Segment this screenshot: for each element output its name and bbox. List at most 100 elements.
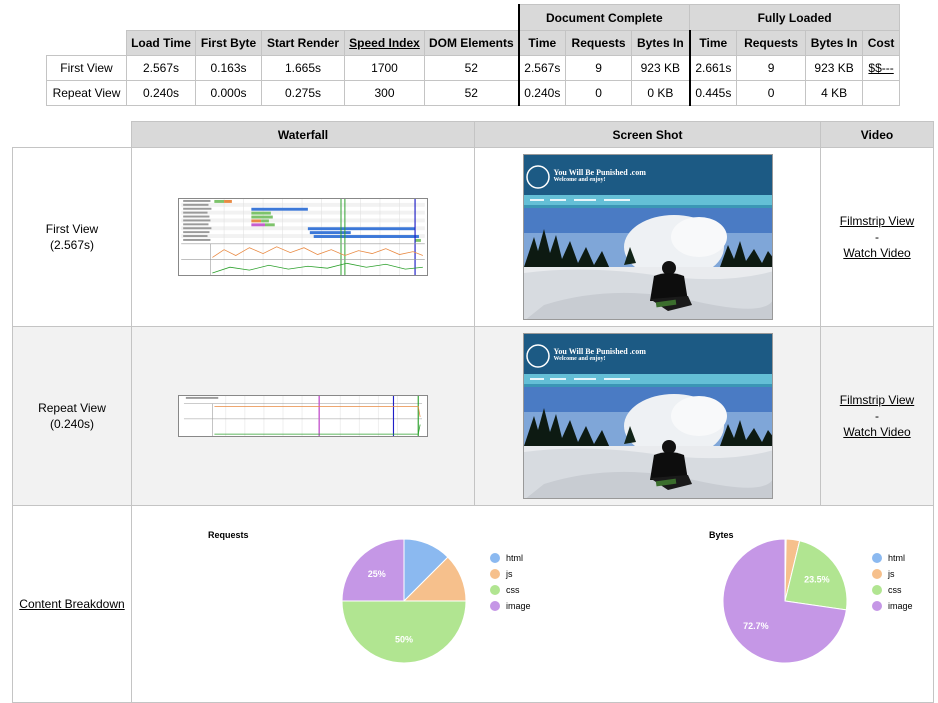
first-view-waterfall-cell[interactable]	[131, 147, 475, 327]
screenshot-site-title: You Will Be Punished .com	[553, 347, 646, 356]
col-speed-index[interactable]: Speed Index	[344, 30, 425, 56]
first-view-row: First View (2.567s) You Will Be Punished…	[12, 147, 934, 327]
summary-row-first-view: First View 2.567s 0.163s 1.665s 1700 52 …	[46, 55, 901, 81]
filmstrip-view-link[interactable]: Filmstrip View	[840, 393, 914, 407]
cell-full-bytes-in: 4 KB	[805, 80, 864, 106]
first-view-screenshot-cell[interactable]: You Will Be Punished .com Welcome and en…	[474, 147, 821, 327]
cell-doc-requests: 0	[565, 80, 633, 106]
results-table: Waterfall Screen Shot Video First View (…	[12, 121, 934, 703]
repeat-view-waterfall-cell[interactable]	[131, 326, 475, 506]
legend-label: css	[506, 585, 520, 595]
filmstrip-view-link[interactable]: Filmstrip View	[840, 214, 914, 228]
cell-doc-requests: 9	[565, 55, 633, 81]
cell-start-render: 0.275s	[261, 80, 345, 106]
watch-video-link[interactable]: Watch Video	[843, 425, 910, 439]
bytes-pie-chart: 23.5% 72.7%	[722, 538, 848, 664]
cell-full-time: 0.445s	[688, 80, 738, 106]
first-view-label: First View (2.567s)	[12, 147, 132, 327]
link-separator: -	[875, 409, 879, 423]
legend-item-js: js	[872, 566, 913, 582]
row-label: First View	[46, 55, 127, 81]
legend-item-image: image	[490, 598, 531, 614]
cell-doc-bytes-in: 923 KB	[631, 55, 691, 81]
col-first-byte: First Byte	[195, 30, 262, 56]
summary-row-repeat-view: Repeat View 0.240s 0.000s 0.275s 300 52 …	[46, 80, 901, 106]
repeat-view-screenshot-thumbnail[interactable]: You Will Be Punished .com Welcome and en…	[522, 333, 773, 499]
legend-swatch	[490, 601, 500, 611]
watch-video-link[interactable]: Watch Video	[843, 246, 910, 260]
video-header: Video	[820, 121, 934, 148]
requests-pie-chart: 50% 25%	[341, 538, 467, 664]
pie-label-css: 50%	[395, 634, 413, 644]
requests-legend: html js css image	[490, 550, 531, 614]
cell-cost[interactable]: $$---	[862, 55, 901, 81]
legend-item-image: image	[872, 598, 913, 614]
cell-full-time: 2.661s	[688, 55, 738, 81]
legend-swatch	[490, 553, 500, 563]
content-breakdown-charts: Requests 50% 25% html js css image Bytes 23.…	[132, 506, 933, 702]
legend-label: css	[888, 585, 902, 595]
repeat-view-screenshot-cell[interactable]: You Will Be Punished .com Welcome and en…	[474, 326, 821, 506]
col-load-time: Load Time	[126, 30, 196, 56]
pie-label-image: 25%	[368, 569, 386, 579]
cell-cost	[862, 80, 901, 106]
link-separator: -	[875, 230, 879, 244]
fully-loaded-header: Fully Loaded	[689, 4, 901, 31]
legend-item-js: js	[490, 566, 531, 582]
col-doc-requests: Requests	[565, 30, 633, 56]
requests-chart-title: Requests	[208, 530, 249, 540]
legend-label: image	[888, 601, 913, 611]
legend-swatch	[872, 569, 882, 579]
content-breakdown-link[interactable]: Content Breakdown	[19, 597, 124, 611]
col-doc-bytes-in: Bytes In	[631, 30, 691, 56]
cost-link[interactable]: $$---	[868, 61, 893, 75]
first-view-video-cell: Filmstrip View - Watch Video	[820, 147, 934, 327]
cell-doc-time: 2.567s	[517, 55, 567, 81]
speed-index-link[interactable]: Speed Index	[349, 36, 420, 50]
legend-item-css: css	[872, 582, 913, 598]
col-full-requests: Requests	[736, 30, 807, 56]
content-breakdown-row: Content Breakdown Requests 50% 25% html js…	[12, 505, 934, 703]
cell-start-render: 1.665s	[261, 55, 345, 81]
cell-full-requests: 9	[736, 55, 807, 81]
first-view-waterfall-thumbnail[interactable]	[178, 198, 428, 276]
cell-first-byte: 0.000s	[195, 80, 262, 106]
legend-label: html	[888, 553, 906, 563]
pie-label-image: 72.7%	[743, 621, 769, 631]
legend-label: image	[506, 601, 531, 611]
document-complete-header: Document Complete	[517, 4, 691, 31]
legend-swatch	[872, 601, 882, 611]
cell-full-requests: 0	[736, 80, 807, 106]
cell-doc-bytes-in: 0 KB	[631, 80, 691, 106]
cell-speed-index: 1700	[344, 55, 425, 81]
cell-load-time: 0.240s	[126, 80, 196, 106]
screenshot-site-tagline: Welcome and enjoy!	[553, 177, 606, 183]
legend-label: html	[506, 553, 524, 563]
col-full-time: Time	[688, 30, 738, 56]
screenshot-site-tagline: Welcome and enjoy!	[553, 356, 606, 362]
cell-dom-elements: 52	[423, 80, 520, 106]
legend-label: js	[506, 569, 513, 579]
cell-dom-elements: 52	[423, 55, 520, 81]
col-cost: Cost	[862, 30, 901, 56]
legend-swatch	[872, 585, 882, 595]
col-start-render: Start Render	[261, 30, 345, 56]
repeat-view-row: Repeat View (0.240s) You Will Be Punishe…	[12, 326, 934, 506]
col-dom-elements: DOM Elements	[423, 30, 520, 56]
waterfall-header: Waterfall	[131, 121, 475, 148]
cell-speed-index: 300	[344, 80, 425, 106]
legend-swatch	[490, 569, 500, 579]
screenshot-site-title: You Will Be Punished .com	[553, 168, 646, 177]
cell-full-bytes-in: 923 KB	[805, 55, 864, 81]
first-view-screenshot-thumbnail[interactable]: You Will Be Punished .com Welcome and en…	[522, 154, 773, 320]
summary-table: Document Complete Fully Loaded Load Time…	[46, 4, 901, 106]
legend-label: js	[888, 569, 895, 579]
repeat-view-label: Repeat View (0.240s)	[12, 326, 132, 506]
pie-label-css: 23.5%	[804, 574, 830, 584]
col-full-bytes-in: Bytes In	[805, 30, 864, 56]
cell-doc-time: 0.240s	[517, 80, 567, 106]
cell-load-time: 2.567s	[126, 55, 196, 81]
legend-swatch	[490, 585, 500, 595]
legend-item-css: css	[490, 582, 531, 598]
repeat-view-waterfall-thumbnail[interactable]	[178, 395, 428, 437]
